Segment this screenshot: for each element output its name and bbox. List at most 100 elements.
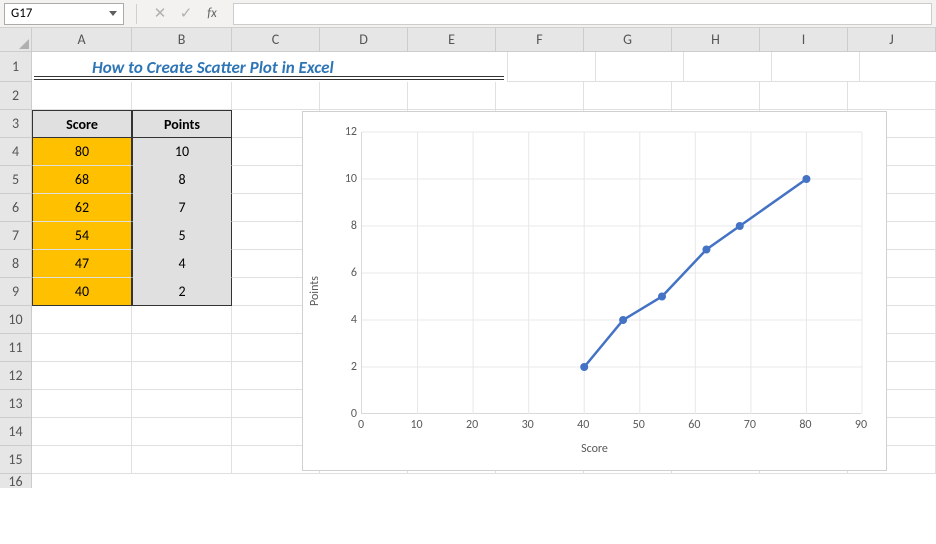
cell[interactable] (596, 52, 684, 82)
chevron-down-icon[interactable] (109, 11, 117, 16)
row-header-6[interactable]: 6 (0, 194, 32, 222)
embedded-chart[interactable]: Points Score 024681012 01020304050607080… (302, 111, 887, 471)
row-header-10[interactable]: 10 (0, 306, 32, 334)
table-cell-score[interactable]: 54 (32, 222, 132, 250)
cell[interactable] (32, 446, 132, 474)
cell[interactable] (848, 82, 936, 110)
y-axis-label: Points (308, 276, 322, 306)
formula-input[interactable] (233, 3, 932, 25)
cell[interactable] (132, 334, 232, 362)
title-underline (34, 76, 504, 80)
column-headers: A B C D E F G H I J (32, 28, 936, 52)
table-cell-score[interactable]: 62 (32, 194, 132, 222)
separator (136, 4, 137, 24)
table-cell-points[interactable]: 7 (132, 194, 232, 222)
fx-icon[interactable]: fx (201, 3, 223, 25)
chart-canvas (362, 132, 861, 413)
x-tick-label: 50 (633, 418, 645, 432)
table-cell-points[interactable]: 2 (132, 278, 232, 306)
table-header-score[interactable]: Score (32, 110, 132, 138)
col-header-A[interactable]: A (32, 28, 132, 52)
col-header-G[interactable]: G (584, 28, 672, 52)
cell[interactable] (320, 82, 408, 110)
cell[interactable] (496, 82, 584, 110)
plot-area (361, 132, 861, 414)
cell[interactable] (508, 52, 596, 82)
cell[interactable] (132, 306, 232, 334)
cell[interactable] (32, 334, 132, 362)
row-header-4[interactable]: 4 (0, 138, 32, 166)
row-2 (32, 82, 936, 110)
cell[interactable] (584, 82, 672, 110)
cell[interactable] (32, 390, 132, 418)
cell[interactable] (672, 82, 760, 110)
cell[interactable] (772, 52, 860, 82)
enter-icon[interactable]: ✓ (175, 3, 197, 25)
title-cell[interactable]: How to Create Scatter Plot in Excel (32, 52, 508, 82)
row-header-7[interactable]: 7 (0, 222, 32, 250)
x-tick-label: 90 (855, 418, 867, 432)
table-cell-score[interactable]: 40 (32, 278, 132, 306)
cell[interactable] (32, 306, 132, 334)
cell-reference: G17 (11, 6, 32, 21)
table-cell-score[interactable]: 68 (32, 166, 132, 194)
row-header-12[interactable]: 12 (0, 362, 32, 390)
y-tick-label: 0 (337, 407, 357, 421)
table-cell-points[interactable]: 5 (132, 222, 232, 250)
col-header-J[interactable]: J (848, 28, 936, 52)
cell[interactable] (32, 418, 132, 446)
cell[interactable] (760, 82, 848, 110)
cell[interactable] (32, 362, 132, 390)
col-header-D[interactable]: D (320, 28, 408, 52)
cell[interactable] (132, 418, 232, 446)
x-tick-label: 0 (358, 418, 364, 432)
col-header-F[interactable]: F (496, 28, 584, 52)
row-header-9[interactable]: 9 (0, 278, 32, 306)
cell[interactable] (132, 446, 232, 474)
row-headers: 1 2 3 4 5 6 7 8 9 10 11 12 13 14 15 16 (0, 52, 32, 488)
cell[interactable] (132, 362, 232, 390)
row-header-2[interactable]: 2 (0, 82, 32, 110)
row-header-5[interactable]: 5 (0, 166, 32, 194)
x-tick-label: 30 (522, 418, 534, 432)
row-header-16[interactable]: 16 (0, 474, 32, 488)
cell[interactable] (860, 52, 936, 82)
table-cell-points[interactable]: 8 (132, 166, 232, 194)
select-all-button[interactable] (0, 28, 32, 52)
row-header-1[interactable]: 1 (0, 52, 32, 82)
y-tick-label: 8 (337, 219, 357, 233)
row-header-15[interactable]: 15 (0, 446, 32, 474)
table-cell-points[interactable]: 4 (132, 250, 232, 278)
x-tick-label: 60 (688, 418, 700, 432)
row-header-11[interactable]: 11 (0, 334, 32, 362)
col-header-C[interactable]: C (232, 28, 320, 52)
table-header-points[interactable]: Points (132, 110, 232, 138)
table-cell-points[interactable]: 10 (132, 138, 232, 166)
col-header-E[interactable]: E (408, 28, 496, 52)
y-tick-label: 12 (337, 125, 357, 139)
col-header-I[interactable]: I (760, 28, 848, 52)
row-header-14[interactable]: 14 (0, 418, 32, 446)
name-box[interactable]: G17 (4, 3, 124, 25)
cell[interactable] (232, 82, 320, 110)
x-tick-label: 80 (799, 418, 811, 432)
cell[interactable] (32, 82, 132, 110)
x-tick-label: 70 (744, 418, 756, 432)
y-tick-label: 6 (337, 266, 357, 280)
cell[interactable] (684, 52, 772, 82)
formula-bar: G17 ✕ ✓ fx (0, 0, 936, 28)
col-header-H[interactable]: H (672, 28, 760, 52)
table-cell-score[interactable]: 47 (32, 250, 132, 278)
cell[interactable] (408, 82, 496, 110)
table-cell-score[interactable]: 80 (32, 138, 132, 166)
row-header-8[interactable]: 8 (0, 250, 32, 278)
y-tick-label: 10 (337, 172, 357, 186)
cell[interactable] (132, 82, 232, 110)
row-header-13[interactable]: 13 (0, 390, 32, 418)
col-header-B[interactable]: B (132, 28, 232, 52)
row-header-3[interactable]: 3 (0, 110, 32, 138)
x-tick-label: 10 (410, 418, 422, 432)
row-1: How to Create Scatter Plot in Excel (32, 52, 936, 82)
cancel-icon[interactable]: ✕ (149, 3, 171, 25)
cell[interactable] (132, 390, 232, 418)
